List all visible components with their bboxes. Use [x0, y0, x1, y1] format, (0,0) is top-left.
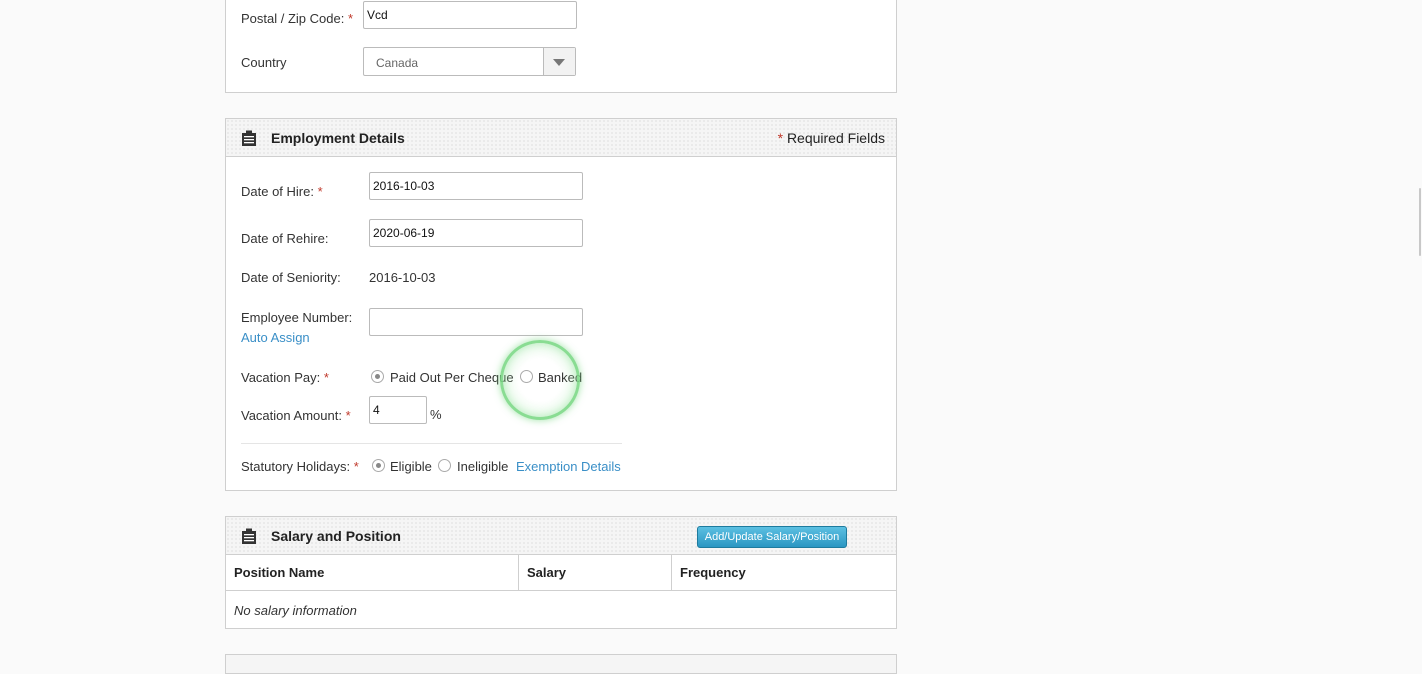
add-update-salary-button[interactable]: Add/Update Salary/Position	[697, 526, 847, 548]
vacation-pay-banked-label[interactable]: Banked	[538, 370, 582, 385]
country-dropdown-button[interactable]	[543, 48, 575, 75]
address-panel: Postal / Zip Code: * Country Canada	[225, 0, 897, 93]
vacation-amount-unit: %	[430, 407, 442, 422]
vacation-pay-label: Vacation Pay: *	[241, 370, 329, 385]
stat-holidays-eligible-label[interactable]: Eligible	[390, 459, 432, 474]
postal-code-input[interactable]	[363, 1, 577, 29]
employee-number-input[interactable]	[369, 308, 583, 336]
vacation-pay-paid-out-label[interactable]: Paid Out Per Cheque	[390, 370, 514, 385]
column-header-salary[interactable]: Salary	[518, 554, 671, 591]
stat-holidays-eligible-radio[interactable]	[372, 459, 385, 472]
column-header-frequency[interactable]: Frequency	[671, 554, 896, 591]
employment-details-header: Employment Details * Required Fields	[226, 119, 896, 157]
country-select[interactable]: Canada	[363, 47, 576, 76]
salary-position-panel: Salary and Position Add/Update Salary/Po…	[225, 516, 897, 629]
date-of-rehire-input[interactable]	[369, 219, 583, 247]
clipboard-icon	[242, 130, 256, 146]
date-of-seniority-label: Date of Seniority:	[241, 270, 341, 285]
auto-assign-link[interactable]: Auto Assign	[241, 330, 310, 345]
vacation-amount-input[interactable]	[369, 396, 427, 424]
exemption-details-link[interactable]: Exemption Details	[516, 459, 621, 474]
scrollbar-thumb[interactable]	[1419, 188, 1421, 256]
statutory-holidays-label: Statutory Holidays: *	[241, 459, 359, 474]
country-label: Country	[241, 55, 287, 70]
date-of-seniority-value: 2016-10-03	[369, 270, 436, 285]
date-of-hire-input[interactable]	[369, 172, 583, 200]
column-header-position-name[interactable]: Position Name	[226, 554, 518, 591]
postal-code-label: Postal / Zip Code: *	[241, 11, 354, 26]
section-divider	[241, 443, 622, 444]
vacation-amount-label: Vacation Amount: *	[241, 408, 351, 423]
employment-details-panel: Employment Details * Required Fields Dat…	[225, 118, 897, 491]
date-of-rehire-label: Date of Rehire:	[241, 231, 329, 246]
vacation-pay-banked-radio[interactable]	[520, 370, 533, 383]
clipboard-icon	[242, 528, 256, 544]
date-of-hire-label: Date of Hire: *	[241, 184, 323, 199]
chevron-down-icon	[553, 59, 565, 66]
salary-position-title: Salary and Position	[271, 528, 401, 544]
stat-holidays-ineligible-radio[interactable]	[438, 459, 451, 472]
next-panel	[225, 654, 897, 674]
vacation-pay-paid-out-radio[interactable]	[371, 370, 384, 383]
employment-details-title: Employment Details	[271, 130, 405, 146]
country-selected-value: Canada	[376, 56, 419, 70]
employee-number-label: Employee Number:	[241, 310, 353, 325]
required-fields-note: * Required Fields	[777, 130, 885, 146]
salary-position-header: Salary and Position Add/Update Salary/Po…	[226, 517, 896, 555]
stat-holidays-ineligible-label[interactable]: Ineligible	[457, 459, 508, 474]
salary-empty-message: No salary information	[234, 603, 357, 618]
